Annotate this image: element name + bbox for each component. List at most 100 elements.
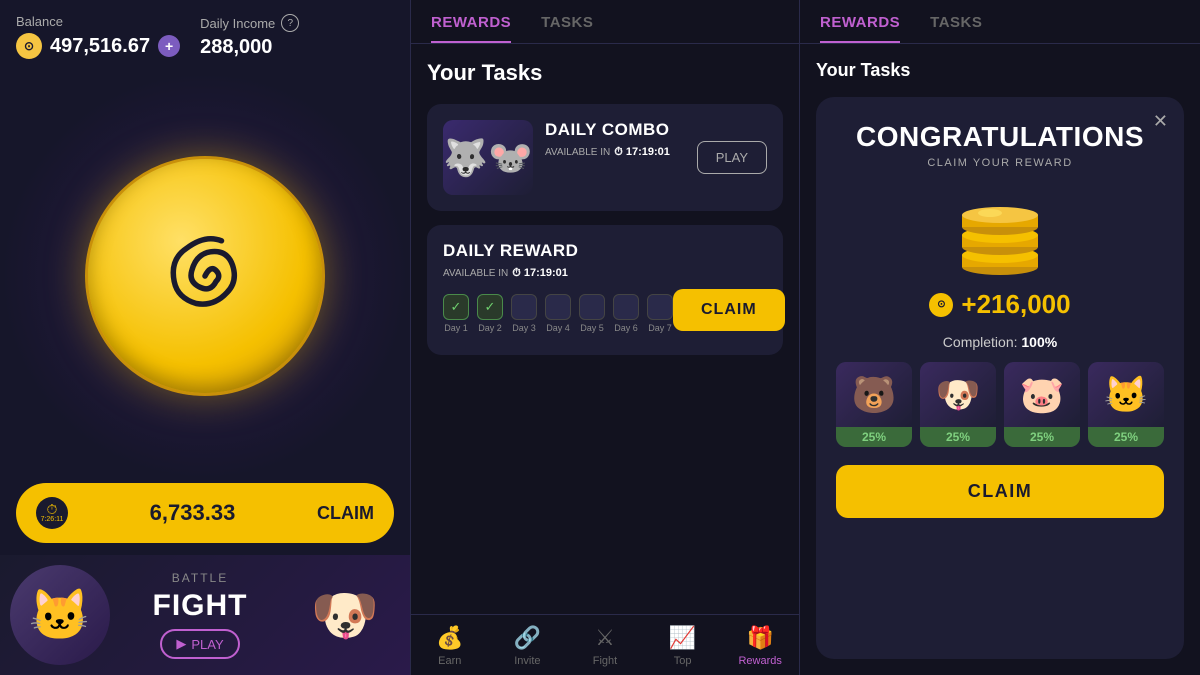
char-card-2: 🐶 25% <box>920 362 996 447</box>
fight-text: FIGHT <box>110 589 290 623</box>
help-icon[interactable]: ? <box>281 14 299 32</box>
char-pct-4: 25% <box>1088 427 1164 447</box>
day-1: ✓ Day 1 <box>443 294 469 333</box>
char-card-4: 🐱 25% <box>1088 362 1164 447</box>
coin-area[interactable] <box>0 69 410 483</box>
coin-stack-svg <box>945 195 1055 275</box>
char-img-4: 🐱 <box>1088 362 1164 427</box>
congrats-title: CONGRATULATIONS <box>856 121 1144 153</box>
right-tab-tasks[interactable]: TASKS <box>930 14 982 43</box>
reward-coin-icon: ⊙ <box>929 293 953 317</box>
nav-rewards[interactable]: 🎁 Rewards <box>721 625 799 667</box>
spiral-icon <box>150 221 260 331</box>
char-card-1: 🐻 25% <box>836 362 912 447</box>
earn-label: Earn <box>438 655 461 667</box>
char-pct-1: 25% <box>836 427 912 447</box>
rewards-label: Rewards <box>738 655 781 667</box>
char-img-3: 🐷 <box>1004 362 1080 427</box>
daily-label: Daily Income <box>200 16 275 31</box>
nav-earn[interactable]: 💰 Earn <box>411 625 489 667</box>
daily-reward-card: DAILY REWARD AVAILABLE IN ⏱ 17:19:01 ✓ D… <box>427 225 783 355</box>
congrats-modal: ✕ CONGRATULATIONS CLAIM YOUR REWARD <box>816 97 1184 659</box>
balance-amount: 497,516.67 <box>50 35 150 58</box>
claim-amount: 6,733.33 <box>82 500 303 526</box>
modal-claim-button[interactable]: CLAIM <box>836 465 1164 518</box>
right-section-title: Your Tasks <box>816 60 1184 81</box>
day-3: Day 3 <box>511 294 537 333</box>
char-pct-3: 25% <box>1004 427 1080 447</box>
battle-label: BATTLE <box>110 571 290 585</box>
right-character: 🐶 <box>290 560 400 670</box>
daily-section: Daily Income ? 288,000 <box>200 14 299 59</box>
timer-value: 7:26:11 <box>41 516 64 524</box>
main-coin[interactable] <box>85 156 325 396</box>
balance-section: Balance ⊙ 497,516.67 + <box>16 14 180 59</box>
right-tab-rewards[interactable]: REWARDS <box>820 14 900 43</box>
char-img-1: 🐻 <box>836 362 912 427</box>
tab-rewards[interactable]: REWARDS <box>431 14 511 43</box>
balance-label: Balance <box>16 14 180 29</box>
claim-label: CLAIM <box>317 503 374 524</box>
plus-button[interactable]: + <box>158 35 180 57</box>
day-7: Day 7 <box>647 294 673 333</box>
close-button[interactable]: ✕ <box>1153 111 1168 132</box>
top-icon: 📈 <box>669 625 696 651</box>
reward-amount: ⊙ +216,000 <box>929 289 1070 320</box>
day-2: ✓ Day 2 <box>477 294 503 333</box>
invite-label: Invite <box>514 655 540 667</box>
reward-claim-button[interactable]: CLAIM <box>673 289 785 331</box>
combo-avail-time: ⏱ 17:19:01 <box>614 146 670 159</box>
play-label: PLAY <box>191 637 223 652</box>
claim-bar[interactable]: ⏱ 7:26:11 6,733.33 CLAIM <box>16 483 394 543</box>
balance-value: ⊙ 497,516.67 + <box>16 33 180 59</box>
combo-avail-label: AVAILABLE IN <box>545 147 610 158</box>
nav-top[interactable]: 📈 Top <box>644 625 722 667</box>
right-content: Your Tasks ✕ CONGRATULATIONS CLAIM YOUR … <box>800 44 1200 675</box>
char-card-3: 🐷 25% <box>1004 362 1080 447</box>
battle-banner: 🐱 BATTLE FIGHT ▶ PLAY 🐶 <box>0 555 410 675</box>
mid-content: Your Tasks 🐺🐭 DAILY COMBO AVAILABLE IN ⏱… <box>411 44 799 614</box>
combo-chars: 🐺🐭 <box>443 120 533 195</box>
combo-play-button[interactable]: PLAY <box>697 141 767 174</box>
day-6: Day 6 <box>613 294 639 333</box>
mid-panel: REWARDS TASKS Your Tasks 🐺🐭 DAILY COMBO … <box>410 0 800 675</box>
timer-icon: ⏱ 7:26:11 <box>36 497 68 529</box>
completion-label: Completion: <box>943 334 1018 350</box>
nav-fight[interactable]: ⚔ Fight <box>566 625 644 667</box>
characters-row: 🐻 25% 🐶 25% 🐷 25% 🐱 25% <box>836 362 1164 447</box>
rewards-icon: 🎁 <box>746 625 773 651</box>
day-5: Day 5 <box>579 294 605 333</box>
mid-tabs: REWARDS TASKS <box>411 0 799 44</box>
right-panel: REWARDS TASKS Your Tasks ✕ CONGRATULATIO… <box>800 0 1200 675</box>
char-img-2: 🐶 <box>920 362 996 427</box>
play-button[interactable]: ▶ PLAY <box>160 629 239 659</box>
fight-icon: ⚔ <box>595 625 615 651</box>
top-label: Top <box>674 655 692 667</box>
coin-stack <box>945 195 1055 275</box>
coin-icon: ⊙ <box>16 33 42 59</box>
claim-subtitle: CLAIM YOUR REWARD <box>927 157 1072 169</box>
right-tabs: REWARDS TASKS <box>800 0 1200 44</box>
battle-info: BATTLE FIGHT ▶ PLAY <box>110 571 290 659</box>
fight-label: Fight <box>593 655 617 667</box>
nav-invite[interactable]: 🔗 Invite <box>489 625 567 667</box>
completion-pct: 100% <box>1021 334 1057 350</box>
earn-icon: 💰 <box>436 625 463 651</box>
top-bar: Balance ⊙ 497,516.67 + Daily Income ? 28… <box>0 0 410 69</box>
left-character: 🐱 <box>10 565 110 665</box>
reward-value: +216,000 <box>961 289 1070 320</box>
reward-title: DAILY REWARD <box>443 241 767 261</box>
reward-avail-label: AVAILABLE IN <box>443 268 508 279</box>
char-pct-2: 25% <box>920 427 996 447</box>
day-4: Day 4 <box>545 294 571 333</box>
daily-value: 288,000 <box>200 36 299 59</box>
reward-avail-time: ⏱ 17:19:01 <box>512 267 568 280</box>
day-checkboxes: ✓ Day 1 ✓ Day 2 Day 3 Day 4 <box>443 294 673 333</box>
combo-title: DAILY COMBO <box>545 120 685 140</box>
play-icon: ▶ <box>176 636 186 652</box>
tab-tasks[interactable]: TASKS <box>541 14 593 43</box>
completion-text: Completion: 100% <box>943 334 1057 350</box>
mid-section-title: Your Tasks <box>427 60 783 86</box>
left-panel: Balance ⊙ 497,516.67 + Daily Income ? 28… <box>0 0 410 675</box>
bottom-nav: 💰 Earn 🔗 Invite ⚔ Fight 📈 Top 🎁 Rewards <box>411 614 799 675</box>
